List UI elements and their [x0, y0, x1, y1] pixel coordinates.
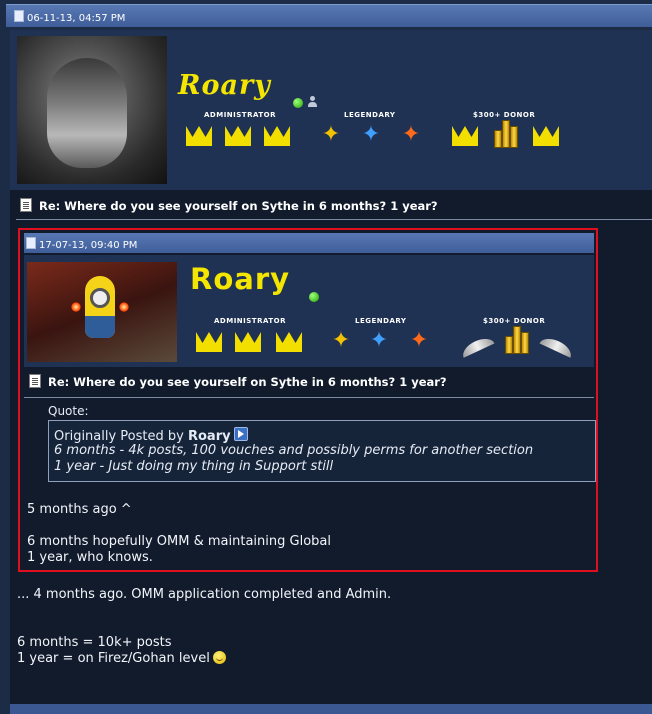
quoted-post-title: Re: Where do you see yourself on Sythe i…: [29, 374, 447, 389]
quoted-body-line: 1 year, who knows.: [27, 550, 153, 565]
quote-label: Quote:: [48, 404, 89, 418]
arrow-right-icon[interactable]: [233, 427, 248, 441]
zapdos-icon: ✦: [321, 122, 341, 147]
document-icon: [26, 237, 36, 249]
coins-icon: [492, 120, 522, 148]
quoted-post-date: 17-07-13, 09:40 PM: [26, 237, 137, 251]
online-status-icon: [293, 98, 303, 108]
moltres-icon: ✦: [409, 328, 429, 353]
zapdos-icon: ✦: [331, 328, 351, 353]
rank-administrator: ADMINISTRATOR: [204, 111, 276, 119]
quote-author[interactable]: Roary: [188, 429, 231, 444]
quoted-rank-legendary: LEGENDARY: [355, 317, 407, 325]
post-header: 06-11-13, 04:57 PM: [6, 4, 652, 27]
quoted-rank-donor: $300+ DONOR: [483, 317, 546, 325]
quoted-body-line: 6 months hopefully OMM & maintaining Glo…: [27, 534, 331, 549]
rank-donor: $300+ DONOR: [473, 111, 536, 119]
post-title: Re: Where do you see yourself on Sythe i…: [20, 198, 438, 213]
quote-line: 1 year - Just doing my thing in Support …: [54, 459, 334, 474]
page-icon: [20, 198, 32, 212]
coins-icon: [503, 326, 533, 354]
quoted-body-line: 5 months ago ^: [27, 502, 132, 517]
post-footer: [10, 704, 652, 714]
articuno-icon: ✦: [361, 122, 381, 147]
post-date: 06-11-13, 04:57 PM: [14, 10, 125, 24]
document-icon: [14, 10, 24, 22]
post-body-line: ... 4 months ago. OMM application comple…: [17, 587, 392, 602]
user-profile-icon[interactable]: [308, 96, 317, 107]
minion-figure: [85, 276, 115, 338]
post-body-line: 1 year = on Firez/Gohan level: [17, 651, 226, 666]
forum-page: 06-11-13, 04:57 PM Roary ADMINISTRATOR L…: [0, 0, 652, 714]
avatar-face: [47, 58, 127, 168]
online-status-icon: [309, 292, 319, 302]
divider: [16, 219, 652, 220]
quote-line: 6 months - 4k posts, 100 vouches and pos…: [54, 443, 534, 458]
rank-legendary: LEGENDARY: [344, 111, 396, 119]
quoted-post-header: 17-07-13, 09:40 PM: [24, 233, 594, 253]
smile-icon: [212, 651, 226, 664]
quote-attribution: Originally Posted by Roary: [54, 427, 248, 444]
page-icon: [29, 374, 41, 388]
quoted-username: Roary: [190, 262, 291, 296]
moltres-icon: ✦: [401, 122, 421, 147]
quoted-rank-administrator: ADMINISTRATOR: [214, 317, 286, 325]
divider: [24, 397, 594, 398]
username[interactable]: Roary: [178, 70, 271, 101]
post-body-line: 6 months = 10k+ posts: [17, 635, 172, 650]
avatar[interactable]: [17, 36, 167, 184]
quoted-avatar: [27, 262, 177, 362]
articuno-icon: ✦: [369, 328, 389, 353]
